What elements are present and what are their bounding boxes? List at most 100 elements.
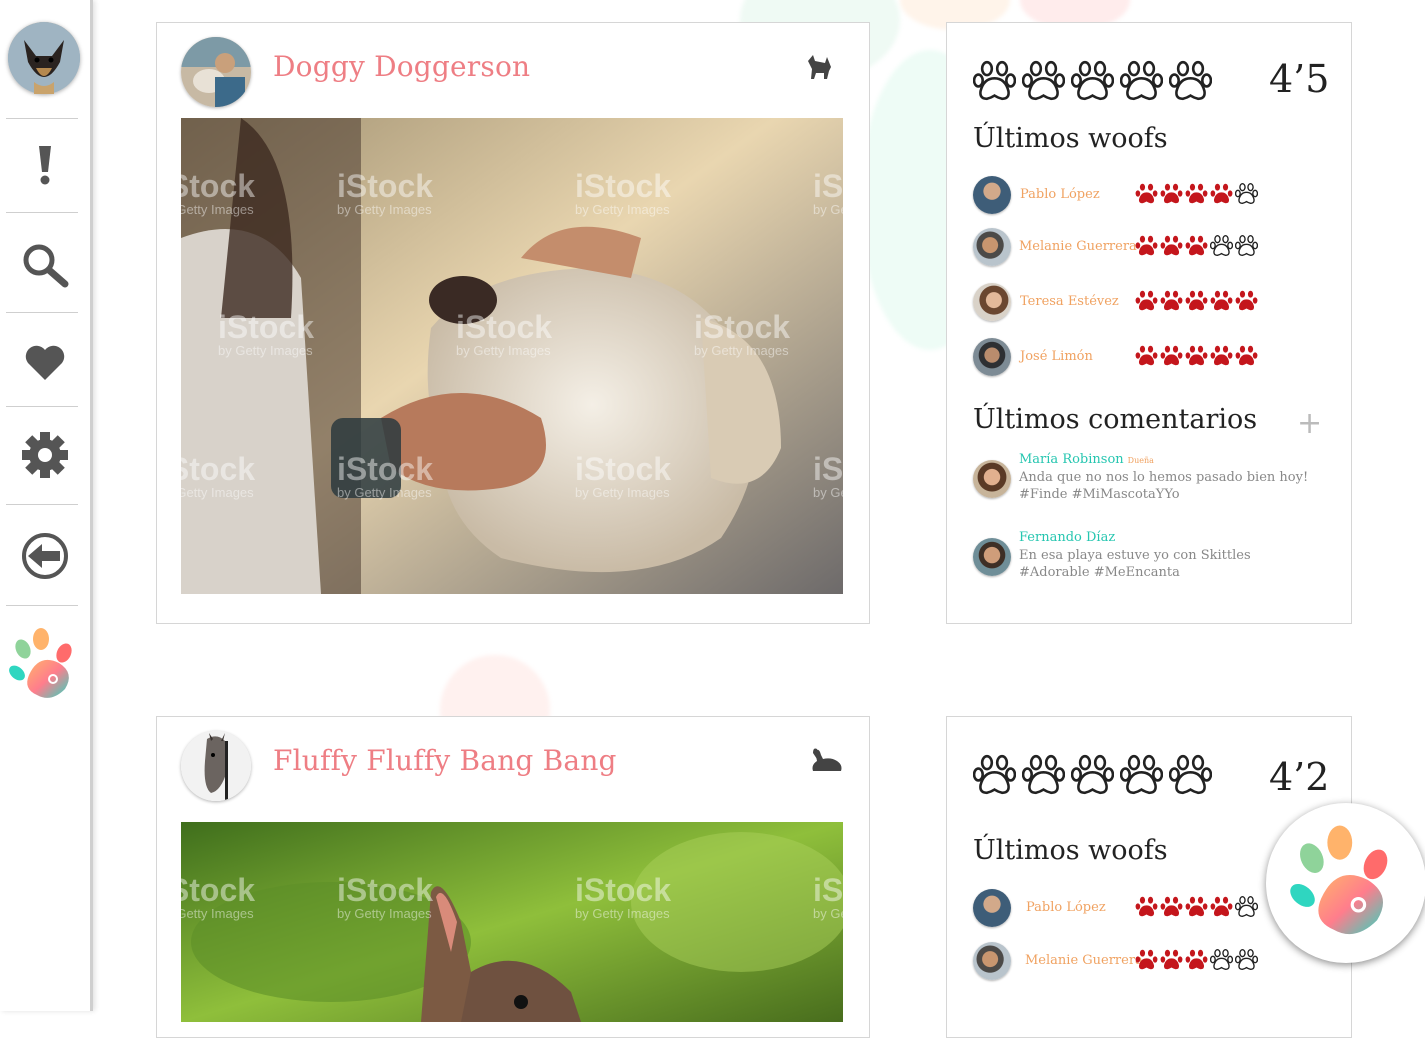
- comments-title: Últimos comentarios: [973, 404, 1258, 435]
- paw-outline-icon: [1120, 754, 1163, 795]
- paw-outline-icon: [973, 60, 1016, 101]
- user-avatar[interactable]: [973, 889, 1011, 927]
- woof-paws: [1135, 948, 1258, 971]
- woof-row[interactable]: Pablo López: [973, 176, 1273, 216]
- woofs-title: Últimos woofs: [973, 123, 1168, 154]
- comment-user[interactable]: Fernando Díaz: [1019, 530, 1115, 545]
- paw-filled-icon: [1210, 290, 1233, 311]
- pet-avatar[interactable]: [181, 37, 251, 107]
- user-avatar[interactable]: [973, 942, 1011, 980]
- paw-outline-icon: [1071, 754, 1114, 795]
- post-photo[interactable]: iStockby Getty Images iStockby Getty Ima…: [181, 118, 843, 594]
- pet-photo-thumbnail: [181, 731, 251, 801]
- sidebar-divider: [6, 118, 78, 119]
- sidebar-divider: [6, 312, 78, 313]
- sidebar-divider: [6, 504, 78, 505]
- paw-outline-icon: [1071, 60, 1114, 101]
- rating-value: 4’2: [1269, 755, 1330, 799]
- paw-filled-icon: [1135, 183, 1158, 204]
- watermark: iStockby Getty Images: [181, 168, 256, 217]
- user-avatar[interactable]: [8, 22, 80, 94]
- woof-row[interactable]: Teresa Estévez: [973, 283, 1273, 323]
- settings-button[interactable]: [0, 428, 90, 482]
- paw-filled-icon: [1185, 896, 1208, 917]
- paw-filled-icon: [1235, 290, 1258, 311]
- woof-user-name[interactable]: Pablo López: [1026, 900, 1106, 915]
- user-avatar[interactable]: [973, 338, 1011, 376]
- woof-paws: [1135, 289, 1258, 312]
- paw-filled-icon: [1160, 290, 1183, 311]
- sidebar: [0, 0, 93, 1011]
- paw-outline-icon: [1235, 183, 1258, 204]
- woof-row[interactable]: Pablo López: [973, 889, 1273, 929]
- watermark: iStockby Getty Images: [181, 451, 256, 500]
- paw-outline-icon: [1022, 754, 1065, 795]
- paw-filled-icon: [1160, 183, 1183, 204]
- rating-paws[interactable]: [973, 59, 1212, 102]
- rating-paws[interactable]: [973, 753, 1212, 796]
- watermark: iStockby Getty Images: [337, 872, 434, 921]
- user-avatar[interactable]: [973, 228, 1011, 266]
- paw-filled-icon: [1185, 290, 1208, 311]
- dog-icon: [808, 55, 831, 79]
- paw-filled-icon: [1185, 235, 1208, 256]
- user-avatar[interactable]: [973, 283, 1011, 321]
- logout-button[interactable]: [0, 530, 90, 582]
- sidebar-divider: [6, 605, 78, 606]
- woof-user-name[interactable]: Pablo López: [1020, 187, 1100, 202]
- pet-avatar[interactable]: [181, 731, 251, 801]
- rating-value: 4’5: [1269, 57, 1330, 101]
- post-card: Fluffy Fluffy Bang Bang iStockby Getty I…: [156, 716, 870, 1038]
- search-icon: [23, 244, 69, 288]
- paw-filled-icon: [1160, 345, 1183, 366]
- paw-outline-icon: [1169, 754, 1212, 795]
- add-comment-button[interactable]: +: [1297, 409, 1322, 439]
- watermark: iStockby Getty Images: [813, 168, 843, 217]
- watermark: iStockby Getty Images: [456, 309, 553, 358]
- paw-outline-icon: [1210, 235, 1233, 256]
- paw-filled-icon: [1235, 345, 1258, 366]
- watermark: iStockby Getty Images: [694, 309, 791, 358]
- paw-outline-icon: [1235, 235, 1258, 256]
- watermark: iStockby Getty Images: [575, 872, 672, 921]
- floating-app-button[interactable]: [1266, 803, 1425, 963]
- woof-paws: [1135, 234, 1258, 257]
- paw-outline-icon: [973, 754, 1016, 795]
- user-avatar[interactable]: [973, 176, 1011, 214]
- sidebar-divider: [6, 212, 78, 213]
- pet-type-badge: [809, 747, 843, 779]
- woof-row[interactable]: José Limón: [973, 338, 1273, 378]
- post-card: Doggy Doggerson iS: [156, 22, 870, 624]
- watermark: iStockby Getty Images: [181, 872, 256, 921]
- woof-user-name[interactable]: Melanie Guerrera: [1019, 239, 1137, 254]
- pet-name[interactable]: Doggy Doggerson: [273, 50, 530, 83]
- user-avatar[interactable]: [973, 460, 1011, 498]
- paw-outline-icon: [1120, 60, 1163, 101]
- woof-user-name[interactable]: José Limón: [1020, 349, 1093, 364]
- alerts-button[interactable]: [0, 140, 90, 190]
- comment-user[interactable]: María Robinson Dueña: [1019, 452, 1154, 467]
- rabbit-photo-image: [181, 822, 843, 1022]
- pet-name[interactable]: Fluffy Fluffy Bang Bang: [273, 744, 617, 777]
- paw-filled-icon: [1135, 345, 1158, 366]
- favorites-button[interactable]: [0, 338, 90, 388]
- paw-filled-icon: [1135, 290, 1158, 311]
- woof-user-name[interactable]: Melanie Guerrera: [1025, 953, 1143, 968]
- paw-filled-icon: [1210, 896, 1233, 917]
- watermark: iStockby Getty Images: [575, 451, 672, 500]
- watermark: iStockby Getty Images: [813, 451, 843, 500]
- woof-row[interactable]: Melanie Guerrera: [973, 228, 1273, 268]
- paw-outline-icon: [1210, 949, 1233, 970]
- woof-paws: [1135, 344, 1258, 367]
- search-button[interactable]: [0, 240, 90, 290]
- app-logo-button[interactable]: [0, 625, 90, 705]
- post-photo[interactable]: iStockby Getty Images iStockby Getty Ima…: [181, 822, 843, 1022]
- sidebar-divider: [6, 406, 78, 407]
- woof-row[interactable]: Melanie Guerrera: [973, 942, 1273, 982]
- watermark: iStockby Getty Images: [337, 168, 434, 217]
- paw-filled-icon: [1185, 345, 1208, 366]
- paw-outline-icon: [1169, 60, 1212, 101]
- user-avatar[interactable]: [973, 538, 1011, 576]
- woof-user-name[interactable]: Teresa Estévez: [1020, 294, 1119, 309]
- app-logo-icon: [1290, 825, 1388, 935]
